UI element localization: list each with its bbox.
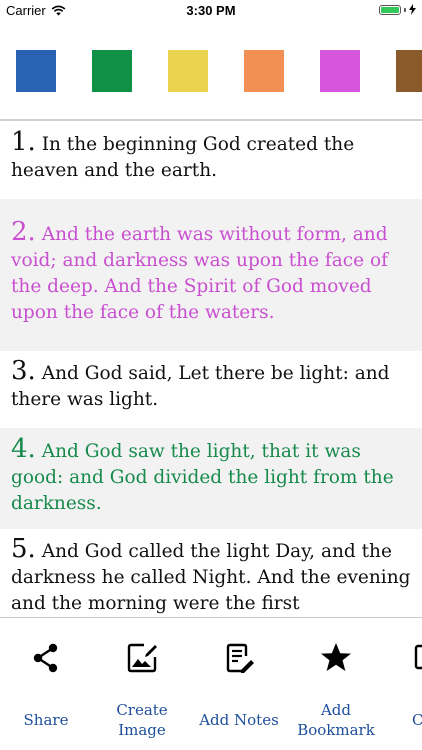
verse-text: In the beginning God created the heaven … xyxy=(11,134,355,181)
share-label: Share xyxy=(23,711,69,729)
verse-number: 3. xyxy=(11,356,36,386)
verse-2[interactable]: 2. And the earth was without form, and v… xyxy=(0,199,422,351)
battery-level xyxy=(381,6,399,13)
highlight-color-row xyxy=(0,50,422,92)
verse-number: 5. xyxy=(11,534,36,564)
color-swatch-blue[interactable] xyxy=(16,50,56,92)
verse-text: And God called the light Day, and the da… xyxy=(11,541,411,614)
color-swatch-orange[interactable] xyxy=(244,50,284,92)
verse-4[interactable]: 4. And God saw the light, that it was go… xyxy=(0,428,422,529)
verse-number: 1. xyxy=(11,127,36,157)
charging-bolt-icon xyxy=(409,4,416,15)
color-swatch-yellow[interactable] xyxy=(168,50,208,92)
status-bar: Carrier 3:30 PM xyxy=(0,0,422,22)
add-notes-button[interactable]: Add Notes xyxy=(191,618,287,750)
share-button[interactable]: Share xyxy=(0,618,94,750)
verse-list[interactable]: 1. In the beginning God created the heav… xyxy=(0,121,422,618)
add-bookmark-label-2: Bookmark xyxy=(297,721,375,739)
copy-label: C xyxy=(412,711,422,729)
status-time: 3:30 PM xyxy=(186,3,236,18)
share-icon xyxy=(33,643,58,673)
create-image-label-2: Image xyxy=(118,721,166,739)
add-bookmark-label-1: Add xyxy=(320,701,352,719)
create-image-button[interactable]: Create Image xyxy=(94,618,190,750)
add-bookmark-button[interactable]: Add Bookmark xyxy=(288,618,384,750)
verse-number: 4. xyxy=(11,434,36,464)
color-swatch-brown[interactable] xyxy=(396,50,422,92)
color-swatch-magenta[interactable] xyxy=(320,50,360,92)
copy-icon xyxy=(414,644,422,670)
verse-text: And the earth was without form, and void… xyxy=(11,224,388,323)
battery-icon xyxy=(379,4,401,15)
copy-button[interactable]: C xyxy=(384,618,422,750)
verse-1[interactable]: 1. In the beginning God created the heav… xyxy=(0,121,422,199)
verse-text: And God said, Let there be light: and th… xyxy=(11,363,390,410)
bottom-toolbar: Share Create Image Add Notes Add Bookmar… xyxy=(0,618,422,750)
battery-tip xyxy=(404,7,406,12)
color-swatch-green[interactable] xyxy=(92,50,132,92)
verse-number: 2. xyxy=(11,217,36,247)
verse-3[interactable]: 3. And God said, Let there be light: and… xyxy=(0,351,422,428)
status-right xyxy=(379,4,416,15)
create-image-label-1: Create xyxy=(116,701,168,719)
star-icon xyxy=(321,643,351,671)
verse-text: And God saw the light, that it was good:… xyxy=(11,441,394,514)
add-notes-label: Add Notes xyxy=(199,711,279,729)
note-edit-icon xyxy=(226,643,254,673)
image-edit-icon xyxy=(127,643,157,673)
verse-5[interactable]: 5. And God called the light Day, and the… xyxy=(0,529,422,618)
